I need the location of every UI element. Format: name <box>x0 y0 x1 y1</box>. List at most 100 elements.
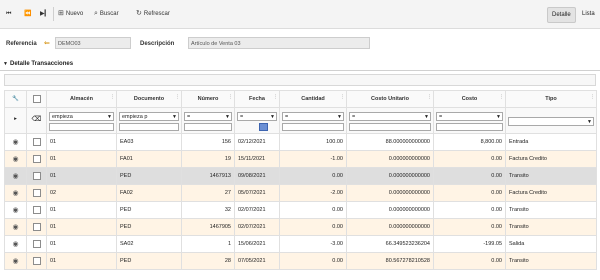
table-row[interactable]: ◉ 01 FA01 19 15/11/2021 -1.00 0.000000000000 0.… <box>4 150 597 168</box>
calendar-icon[interactable] <box>259 123 268 131</box>
link-arrow-icon[interactable]: ⇐ <box>44 40 50 47</box>
refrescar-label: Refrescar <box>143 11 170 17</box>
wrench-icon[interactable]: 🔧 <box>4 90 27 108</box>
first-record-icon[interactable]: ⏮ <box>6 9 11 19</box>
cell-fecha: 15/11/2021 <box>234 150 280 168</box>
next-record-icon[interactable]: ▶▎ <box>40 9 49 19</box>
cell-documento: PED <box>116 201 182 219</box>
table-row[interactable]: ◉ 01 EA03 156 02/12/2021 100.00 88.00000000000… <box>4 133 597 151</box>
table-row[interactable]: ◉ 02 FA02 27 05/07/2021 -2.00 0.000000000000 0.… <box>4 184 597 202</box>
clear-filter-icon[interactable]: ⌫ <box>26 107 47 134</box>
cell-almacen: 01 <box>46 252 117 270</box>
table-row[interactable]: ◉ 01 PED 1467905 02/07/2021 0.00 0.00000000000… <box>4 218 597 236</box>
filter-apply-icon[interactable]: ▸ <box>4 107 27 134</box>
col-documento[interactable]: Documento ⋮ <box>116 90 182 108</box>
buscar-button[interactable]: ⌕ Buscar <box>94 9 119 19</box>
cell-numero: 28 <box>181 252 235 270</box>
cell-costo: 0.00 <box>433 201 506 219</box>
col-cantidad[interactable]: Cantidad ⋮ <box>279 90 347 108</box>
cell-costo-unitario: 80.567278210528 <box>346 252 434 270</box>
view-eye-icon[interactable]: ◉ <box>4 133 27 151</box>
filter-costo-unitario[interactable]: = ▼ <box>346 107 434 134</box>
cell-fecha: 09/08/2021 <box>234 167 280 185</box>
filter-almacen[interactable]: empieza ▼ <box>46 107 117 134</box>
table-row[interactable]: ◉ 01 PED 1467913 09/08/2021 0.00 0.00000000000… <box>4 167 597 185</box>
section-title: Detalle Transacciones <box>10 61 74 67</box>
row-checkbox[interactable] <box>26 201 47 219</box>
view-eye-icon[interactable]: ◉ <box>4 150 27 168</box>
filter-documento[interactable]: empieza p ▼ <box>116 107 182 134</box>
descripcion-field[interactable]: Artículo de Venta 03 <box>188 37 370 49</box>
cell-tipo: Salida <box>505 235 597 253</box>
cell-tipo: Factura Credito <box>505 150 597 168</box>
row-checkbox[interactable] <box>26 218 47 236</box>
select-all-checkbox[interactable] <box>26 90 47 108</box>
collapse-triangle-icon[interactable]: ▼ <box>3 61 8 67</box>
referencia-field[interactable]: DEMO03 <box>55 37 131 49</box>
row-checkbox[interactable] <box>26 235 47 253</box>
row-checkbox[interactable] <box>26 133 47 151</box>
cell-costo: 0.00 <box>433 218 506 236</box>
view-eye-icon[interactable]: ◉ <box>4 184 27 202</box>
col-costo[interactable]: Costo ⋮ <box>433 90 506 108</box>
table-row[interactable]: ◉ 01 PED 28 07/05/2021 0.00 80.567278210528 0.0… <box>4 252 597 270</box>
view-eye-icon[interactable]: ◉ <box>4 201 27 219</box>
col-almacen[interactable]: Almacén ⋮ <box>46 90 117 108</box>
cell-fecha: 07/05/2021 <box>234 252 280 270</box>
row-checkbox[interactable] <box>26 184 47 202</box>
row-checkbox[interactable] <box>26 150 47 168</box>
dropdown-arrow-icon[interactable]: ▼ <box>270 113 275 122</box>
col-tipo[interactable]: Tipo ⋮ <box>505 90 597 108</box>
detalle-transacciones-section[interactable]: ▼ Detalle Transacciones <box>0 58 600 71</box>
cell-numero: 1467913 <box>181 167 235 185</box>
cell-cantidad: 0.00 <box>279 252 347 270</box>
dropdown-arrow-icon[interactable]: ▼ <box>496 113 501 122</box>
row-checkbox[interactable] <box>26 167 47 185</box>
view-eye-icon[interactable]: ◉ <box>4 218 27 236</box>
col-fecha[interactable]: Fecha ⋮ <box>234 90 280 108</box>
dropdown-arrow-icon[interactable]: ▼ <box>587 118 592 127</box>
cell-costo-unitario: 0.000000000000 <box>346 201 434 219</box>
cell-costo-unitario: 0.000000000000 <box>346 184 434 202</box>
toolbar: ⏮ ⏪ ▶▎ ⊞ Nuevo ⌕ Buscar ↻ Refrescar Detalle… <box>0 0 600 29</box>
refresh-icon: ↻ <box>136 10 142 17</box>
cell-cantidad: 100.00 <box>279 133 347 151</box>
cell-documento: FA01 <box>116 150 182 168</box>
dropdown-arrow-icon[interactable]: ▼ <box>225 113 230 122</box>
dropdown-arrow-icon[interactable]: ▼ <box>424 113 429 122</box>
dropdown-arrow-icon[interactable]: ▼ <box>337 113 342 122</box>
view-eye-icon[interactable]: ◉ <box>4 235 27 253</box>
cell-tipo: Transito <box>505 218 597 236</box>
cell-cantidad: 0.00 <box>279 218 347 236</box>
nuevo-button[interactable]: ⊞ Nuevo <box>58 9 83 19</box>
cell-almacen: 01 <box>46 218 117 236</box>
dropdown-arrow-icon[interactable]: ▼ <box>107 113 112 122</box>
filter-tipo[interactable]: ▼ <box>505 107 597 134</box>
cell-almacen: 01 <box>46 201 117 219</box>
col-costo-unitario[interactable]: Costo Unitario ⋮ <box>346 90 434 108</box>
filter-fecha[interactable]: = ▼ <box>234 107 280 134</box>
detalle-view-button[interactable]: Detalle <box>547 7 576 23</box>
table-row[interactable]: ◉ 01 SA02 1 15/06/2021 -3.00 66.349523236204 -1… <box>4 235 597 253</box>
cell-numero: 156 <box>181 133 235 151</box>
view-eye-icon[interactable]: ◉ <box>4 167 27 185</box>
row-checkbox[interactable] <box>26 252 47 270</box>
previous-record-icon[interactable]: ⏪ <box>24 9 31 19</box>
refrescar-button[interactable]: ↻ Refrescar <box>136 9 170 19</box>
cell-fecha: 02/07/2021 <box>234 218 280 236</box>
grid-toolbar-strip <box>4 74 596 86</box>
cell-cantidad: 0.00 <box>279 201 347 219</box>
cell-almacen: 01 <box>46 150 117 168</box>
table-row[interactable]: ◉ 01 PED 32 02/07/2021 0.00 0.000000000000 0.00… <box>4 201 597 219</box>
filter-numero[interactable]: = ▼ <box>181 107 235 134</box>
filter-costo[interactable]: = ▼ <box>433 107 506 134</box>
filter-cantidad[interactable]: = ▼ <box>279 107 347 134</box>
cell-tipo: Entrada <box>505 133 597 151</box>
view-eye-icon[interactable]: ◉ <box>4 252 27 270</box>
cell-cantidad: -3.00 <box>279 235 347 253</box>
col-numero[interactable]: Número ⋮ <box>181 90 235 108</box>
dropdown-arrow-icon[interactable]: ▼ <box>172 113 177 122</box>
cell-costo-unitario: 0.000000000000 <box>346 167 434 185</box>
cell-costo-unitario: 66.349523236204 <box>346 235 434 253</box>
lista-view-button[interactable]: Lista <box>578 7 599 21</box>
